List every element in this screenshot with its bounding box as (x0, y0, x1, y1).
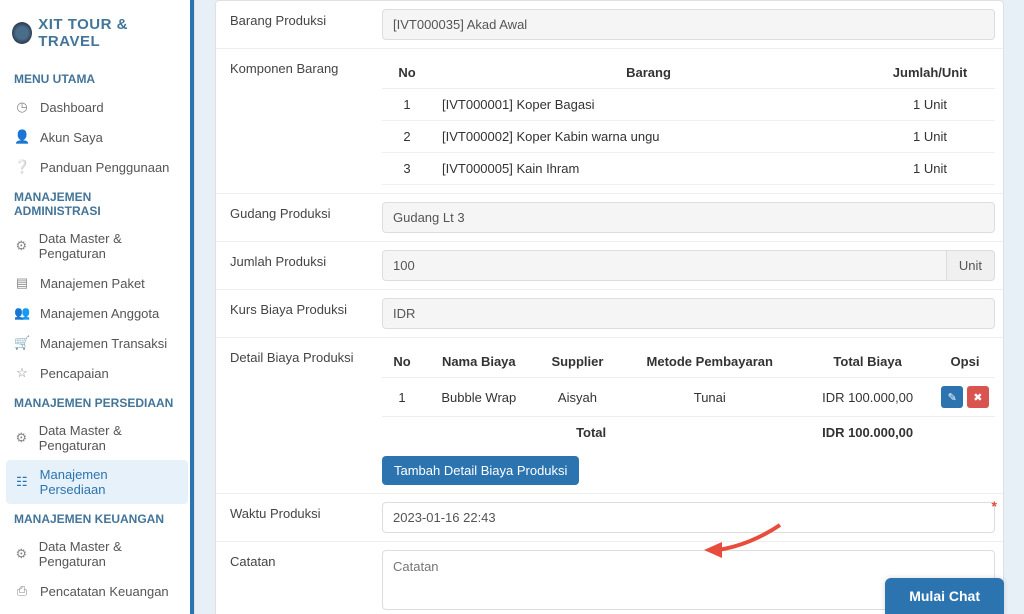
brand: XIT TOUR & TRAVEL (0, 10, 194, 64)
brand-text: XIT TOUR & TRAVEL (38, 16, 182, 50)
sidebar-item-manajemen-anggota[interactable]: 👥Manajemen Anggota (0, 298, 194, 328)
label-detail-biaya: Detail Biaya Produksi (216, 338, 374, 493)
th-d-opsi: Opsi (935, 346, 995, 378)
cogs-icon: ⚙ (14, 238, 29, 254)
sidebar-accent (190, 0, 194, 614)
section-persediaan: MANAJEMEN PERSEDIAAN (0, 388, 194, 416)
komponen-table: No Barang Jumlah/Unit 1[IVT000001] Koper… (382, 57, 995, 185)
sidebar: XIT TOUR & TRAVEL MENU UTAMA ◷Dashboard … (0, 0, 195, 614)
add-detail-biaya-button[interactable]: Tambah Detail Biaya Produksi (382, 456, 579, 485)
table-row: 1[IVT000001] Koper Bagasi1 Unit (382, 89, 995, 121)
help-icon: ❔ (14, 159, 30, 175)
sliders-icon: ☷ (14, 474, 30, 490)
sidebar-item-pencapaian[interactable]: ☆Pencapaian (0, 358, 194, 388)
sidebar-item-manajemen-paket[interactable]: ▤Manajemen Paket (0, 268, 194, 298)
th-barang: Barang (432, 57, 865, 89)
label-jumlah: Jumlah Produksi (216, 242, 374, 289)
table-row: 2[IVT000002] Koper Kabin warna ungu1 Uni… (382, 121, 995, 153)
sidebar-item-manajemen-transaksi[interactable]: 🛒Manajemen Transaksi (0, 328, 194, 358)
jumlah-unit: Unit (947, 250, 995, 281)
label-gudang: Gudang Produksi (216, 194, 374, 241)
main-content: Barang Produksi [IVT000035] Akad Awal Ko… (195, 0, 1024, 614)
sidebar-item-manajemen-persediaan[interactable]: ☷Manajemen Persediaan (6, 460, 188, 504)
total-label: Total (382, 417, 800, 449)
sidebar-item-data-master-keuangan[interactable]: ⚙Data Master & Pengaturan (0, 532, 194, 576)
th-d-metode: Metode Pembayaran (619, 346, 800, 378)
cogs-icon: ⚙ (14, 546, 29, 562)
required-asterisk-icon: * (992, 498, 997, 514)
label-komponen: Komponen Barang (216, 49, 374, 193)
cart-icon: 🛒 (14, 335, 30, 351)
mulai-chat-button[interactable]: Mulai Chat (885, 578, 1004, 614)
sidebar-item-data-master-persediaan[interactable]: ⚙Data Master & Pengaturan (0, 416, 194, 460)
sidebar-item-panduan[interactable]: ❔Panduan Penggunaan (0, 152, 194, 182)
delete-row-button[interactable]: ✖ (967, 386, 989, 408)
sidebar-item-dashboard[interactable]: ◷Dashboard (0, 92, 194, 122)
label-waktu: Waktu Produksi (216, 494, 374, 541)
table-row: 3[IVT000005] Kain Ihram1 Unit (382, 153, 995, 185)
money-icon: ⎙ (14, 583, 30, 599)
table-row: 1Bubble WrapAisyahTunaiIDR 100.000,00✎ ✖ (382, 378, 995, 417)
sidebar-item-pencatatan-keuangan[interactable]: ⎙Pencatatan Keuangan (0, 576, 194, 606)
grand-total: IDR 100.000,00 (800, 417, 935, 449)
label-barang-produksi: Barang Produksi (216, 1, 374, 48)
form-card: Barang Produksi [IVT000035] Akad Awal Ko… (215, 0, 1004, 614)
star-icon: ☆ (14, 365, 30, 381)
th-d-no: No (382, 346, 422, 378)
users-icon: 👥 (14, 305, 30, 321)
book-icon: ▤ (14, 275, 30, 291)
waktu-input[interactable] (382, 502, 995, 533)
section-menu-utama: MENU UTAMA (0, 64, 194, 92)
label-kurs: Kurs Biaya Produksi (216, 290, 374, 337)
th-d-nama: Nama Biaya (422, 346, 536, 378)
th-no: No (382, 57, 432, 89)
cogs-icon: ⚙ (14, 430, 29, 446)
th-d-supplier: Supplier (536, 346, 620, 378)
barang-produksi-value: [IVT000035] Akad Awal (382, 9, 995, 40)
sidebar-item-data-master-admin[interactable]: ⚙Data Master & Pengaturan (0, 224, 194, 268)
section-keuangan: MANAJEMEN KEUANGAN (0, 504, 194, 532)
label-catatan: Catatan (216, 542, 374, 614)
th-jumlah: Jumlah/Unit (865, 57, 995, 89)
th-d-total: Total Biaya (800, 346, 935, 378)
kurs-value: IDR (382, 298, 995, 329)
gudang-value: Gudang Lt 3 (382, 202, 995, 233)
detail-biaya-table: No Nama Biaya Supplier Metode Pembayaran… (382, 346, 995, 448)
edit-row-button[interactable]: ✎ (941, 386, 963, 408)
sidebar-item-akun-saya[interactable]: 👤Akun Saya (0, 122, 194, 152)
jumlah-value: 100 (382, 250, 947, 281)
user-icon: 👤 (14, 129, 30, 145)
brand-logo-icon (12, 22, 32, 44)
gauge-icon: ◷ (14, 99, 30, 115)
section-administrasi: MANAJEMEN ADMINISTRASI (0, 182, 194, 224)
sidebar-item-pengelolaan-aset[interactable]: ▣Pengelolaan Aset (0, 606, 194, 614)
